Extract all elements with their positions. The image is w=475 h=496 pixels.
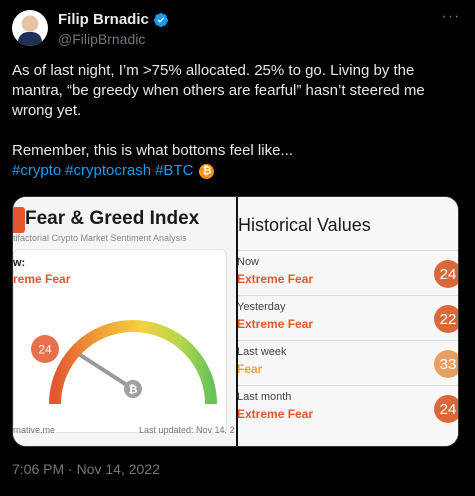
historical-row-label: Last week <box>238 346 287 358</box>
historical-row-value: 24 <box>434 260 458 288</box>
historical-row-value: 24 <box>434 395 458 423</box>
verified-badge-icon <box>153 12 168 27</box>
historical-values-title: Historical Values <box>238 215 371 235</box>
tweet-header: Filip Brnadic @FilipBrnadic ··· <box>12 9 463 54</box>
historical-row-classification: Extreme Fear <box>238 317 314 331</box>
author-avatar[interactable] <box>12 10 48 46</box>
fear-greed-now-label: w: <box>13 257 26 269</box>
hashtag-btc[interactable]: #BTC <box>155 161 193 181</box>
tweet-body: As of last night, I’m >75% allocated. 25… <box>12 61 464 181</box>
historical-row-value: 22 <box>434 305 458 333</box>
fear-greed-source: rnative.me <box>13 425 56 435</box>
fear-greed-logo-icon <box>13 207 25 233</box>
tweet-text-line: wrong yet. <box>12 102 82 119</box>
tweet-media[interactable]: Fear & Greed Index tifactorial Crypto Ma… <box>12 196 459 447</box>
historical-row-label: Yesterday <box>238 301 286 313</box>
tweet-text-line: mantra, “be greedy when others are fearf… <box>12 82 425 99</box>
fear-greed-subtitle: tifactorial Crypto Market Sentiment Anal… <box>13 233 187 243</box>
hashtag-cryptocrash[interactable]: #cryptocrash <box>65 161 151 181</box>
hashtag-crypto[interactable]: #crypto <box>12 161 61 181</box>
tweet-timestamp[interactable]: 7:06 PM · Nov 14, 2022 <box>12 461 160 477</box>
historical-values-panel[interactable]: Historical Values Now Extreme Fear 24 Ye… <box>238 197 458 446</box>
fear-greed-gauge: ₿ 24 <box>31 320 217 405</box>
gauge-needle <box>78 353 135 391</box>
historical-row-classification: Extreme Fear <box>238 407 314 421</box>
fear-greed-title: Fear & Greed Index <box>25 208 200 229</box>
author-name-line: Filip Brnadic <box>58 11 169 28</box>
historical-row-classification: Extreme Fear <box>238 272 314 286</box>
fear-greed-panel[interactable]: Fear & Greed Index tifactorial Crypto Ma… <box>13 197 237 446</box>
historical-row: Last week Fear 33 <box>238 340 458 385</box>
historical-row-classification: Fear <box>238 362 263 376</box>
tweet-text-line: As of last night, I’m >75% allocated. 25… <box>12 62 415 79</box>
historical-row: Last month Extreme Fear 24 <box>238 385 458 430</box>
historical-values-list: Now Extreme Fear 24 Yesterday Extreme Fe… <box>238 250 458 430</box>
historical-row: Now Extreme Fear 24 <box>238 250 458 295</box>
bitcoin-emoji-icon: ₿ <box>199 163 215 179</box>
hashtag-list: #crypto #cryptocrash #BTC ₿ <box>12 161 464 181</box>
historical-row-label: Last month <box>238 391 292 403</box>
historical-row: Yesterday Extreme Fear 22 <box>238 295 458 340</box>
historical-row-value: 33 <box>434 350 458 378</box>
more-options-icon[interactable]: ··· <box>439 9 463 30</box>
gauge-hub-bitcoin-icon: ₿ <box>129 384 138 396</box>
author-name[interactable]: Filip Brnadic <box>58 11 149 28</box>
historical-row-label: Now <box>238 256 260 268</box>
gauge-value-text: 24 <box>38 343 52 357</box>
author-handle[interactable]: @FilipBrnadic <box>58 31 145 47</box>
fear-greed-last-updated: Last updated: Nov 14, 2 <box>139 425 235 435</box>
tweet-text-line: Remember, this is what bottoms feel like… <box>12 142 293 159</box>
